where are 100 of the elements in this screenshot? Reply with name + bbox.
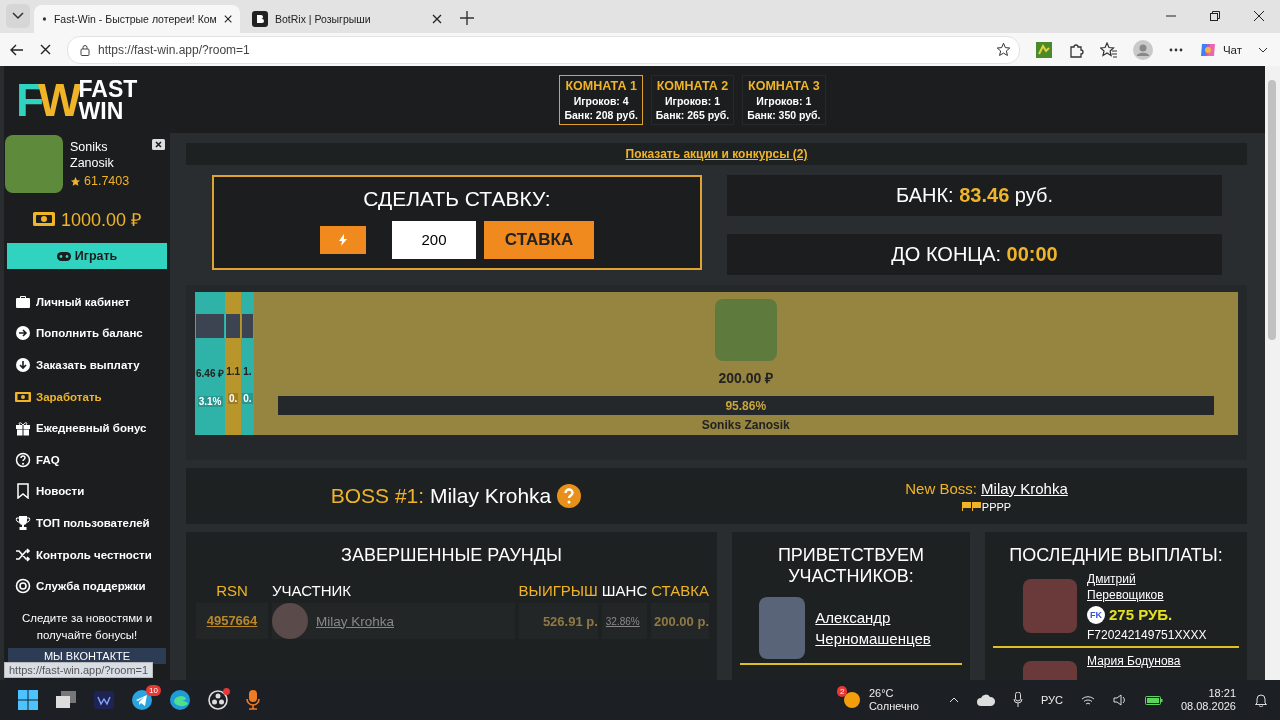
- help-icon[interactable]: [557, 484, 582, 508]
- column-header: УЧАСТНИК: [272, 582, 353, 601]
- close-icon[interactable]: [432, 14, 442, 24]
- lock-icon: [80, 43, 90, 56]
- sun-icon[interactable]: [842, 691, 861, 709]
- column-header: RSN: [215, 582, 249, 601]
- avatar-placeholder: [272, 603, 308, 639]
- more-icon[interactable]: [1168, 47, 1183, 52]
- notification-badge: 2: [836, 686, 848, 697]
- browser-tab[interactable]: Fast-Win - Быстрые лотереи! Ком: [34, 5, 240, 33]
- notifications-icon[interactable]: [1254, 693, 1268, 707]
- language-indicator[interactable]: РУС: [1040, 694, 1063, 706]
- start-icon[interactable]: [18, 690, 38, 710]
- bet-title: СДЕЛАТЬ СТАВКУ:: [363, 186, 551, 211]
- scrollbar[interactable]: [1265, 66, 1280, 680]
- arrow-down-circle-icon: [15, 357, 31, 373]
- shuffle-icon: [15, 546, 31, 563]
- new-tab-icon[interactable]: [460, 11, 474, 25]
- copilot-chat-button[interactable]: Чат: [1198, 40, 1242, 59]
- round-number-link[interactable]: 4957664: [196, 603, 268, 639]
- lightning-icon: [339, 233, 347, 246]
- menu-item[interactable]: Пополнить баланс: [15, 317, 170, 350]
- user-link[interactable]: Дмитрий Перевощиков: [1087, 571, 1197, 603]
- user-rating: 61.7403: [84, 174, 130, 188]
- menu-item[interactable]: Заказать выплату: [15, 349, 170, 381]
- payout-amount: 275 РУБ.: [1109, 607, 1173, 623]
- chevron-up-icon[interactable]: [948, 697, 959, 703]
- address-field[interactable]: https://fast-win.app/?room=1: [67, 35, 1020, 64]
- notification-badge: 10: [146, 685, 161, 696]
- car-photo-placeholder: [759, 597, 806, 659]
- chevron-down-icon: [12, 12, 24, 20]
- menu-item[interactable]: Личный кабинет: [15, 286, 170, 318]
- back-icon[interactable]: [10, 43, 24, 56]
- table-cell: 200.00 р.: [651, 603, 709, 639]
- wifi-icon[interactable]: [1080, 694, 1095, 706]
- news-note: Следите за новостями и получайте бонусы!: [20, 610, 154, 643]
- briefcase-icon: [15, 293, 31, 310]
- quick-bet-button[interactable]: [320, 225, 366, 254]
- site-logo-icon: [252, 11, 268, 27]
- player-photo-placeholder: [242, 314, 253, 338]
- bet-button[interactable]: СТАВКА: [484, 220, 594, 259]
- boss-title: BOSS #1: Milay Krohka: [330, 484, 552, 508]
- menu-item[interactable]: Заработать: [15, 380, 170, 413]
- extension-icon[interactable]: [1035, 41, 1052, 58]
- close-icon[interactable]: [1254, 11, 1264, 21]
- promo-link[interactable]: Показать акции и конкурсы (2): [625, 147, 808, 161]
- profile-avatar-icon[interactable]: [1132, 39, 1153, 60]
- clock-time[interactable]: 18:21: [1208, 687, 1236, 700]
- favorite-star-icon[interactable]: [995, 42, 1011, 57]
- puzzle-icon[interactable]: [1067, 41, 1084, 58]
- logout-icon[interactable]: [152, 139, 165, 150]
- menu-item[interactable]: Ежедневный бонус: [15, 412, 170, 444]
- user-link[interactable]: Мария Бодунова: [1087, 653, 1197, 669]
- temperature: 26°C: [868, 687, 895, 700]
- bet-amount: 1.1: [226, 366, 241, 377]
- arrow-right-circle-icon: [15, 325, 31, 342]
- restore-icon[interactable]: [1210, 11, 1220, 21]
- obs-icon[interactable]: [208, 690, 228, 710]
- cloud-icon[interactable]: [976, 694, 995, 706]
- browser-tab[interactable]: BotRix | Розыгрыши: [244, 5, 450, 33]
- status-url-tooltip: https://fast-win.app/?room=1: [4, 662, 154, 678]
- battery-icon[interactable]: [1144, 694, 1163, 706]
- column-header: СТАВКА: [651, 582, 709, 601]
- vk-button[interactable]: МЫ ВКОНТАКТЕ: [8, 647, 166, 664]
- balance-amount: 1000.00 ₽: [60, 209, 142, 231]
- menu-item[interactable]: Новости: [15, 475, 170, 508]
- chevron-down-icon[interactable]: [1258, 46, 1268, 53]
- menu-item[interactable]: FAQ: [15, 443, 170, 476]
- speaker-icon[interactable]: [1112, 694, 1127, 706]
- tab-list-button[interactable]: [6, 4, 30, 28]
- menu-item[interactable]: Контроль честности: [15, 538, 170, 571]
- boss-name-link[interactable]: Milay Krohka: [981, 479, 1068, 497]
- gift-icon: [15, 420, 31, 437]
- bank-total: БАНК: 83.46 руб.: [896, 184, 1053, 207]
- player-link[interactable]: Milay Krohka: [316, 613, 395, 629]
- microphone-app-icon[interactable]: [246, 690, 260, 710]
- microphone-icon[interactable]: [1012, 692, 1023, 708]
- play-button[interactable]: Играть: [7, 243, 167, 269]
- close-icon[interactable]: [223, 14, 232, 24]
- favorites-icon[interactable]: [1099, 41, 1117, 58]
- user-name: Soniks Zanosik: [70, 139, 115, 171]
- task-view-icon[interactable]: [56, 691, 76, 709]
- star-icon: [70, 175, 81, 187]
- weather-text: Солнечно: [868, 700, 919, 713]
- player-name: Soniks Zanosik: [701, 418, 790, 432]
- stop-icon[interactable]: [40, 44, 51, 55]
- user-link[interactable]: Александр Черномашенцев: [815, 607, 952, 649]
- browser-icon[interactable]: [170, 690, 190, 710]
- app-icon[interactable]: [94, 691, 114, 709]
- panel-title: ПРИВЕТСТВУЕМ УЧАСТНИКОВ:: [776, 545, 926, 587]
- trophy-icon: [15, 514, 31, 531]
- menu-item[interactable]: ТОП пользователей: [15, 507, 170, 539]
- wallet-number: F720242149751XXXX: [1087, 627, 1207, 643]
- bet-amount-field[interactable]: 200: [392, 220, 476, 259]
- menu-item[interactable]: Служба поддержки: [15, 570, 170, 602]
- room-tab[interactable]: КОМНАТА 2 Игроков: 1 Банк: 265 руб.: [650, 74, 735, 125]
- room-tab[interactable]: КОМНАТА 3 Игроков: 1 Банк: 350 руб.: [742, 74, 826, 125]
- bet-amount: 6.46 ₽: [196, 367, 225, 380]
- clock-date[interactable]: 08.08.2026: [1180, 700, 1236, 713]
- room-tab[interactable]: КОМНАТА 1 Игроков: 4 Банк: 208 руб.: [559, 74, 643, 125]
